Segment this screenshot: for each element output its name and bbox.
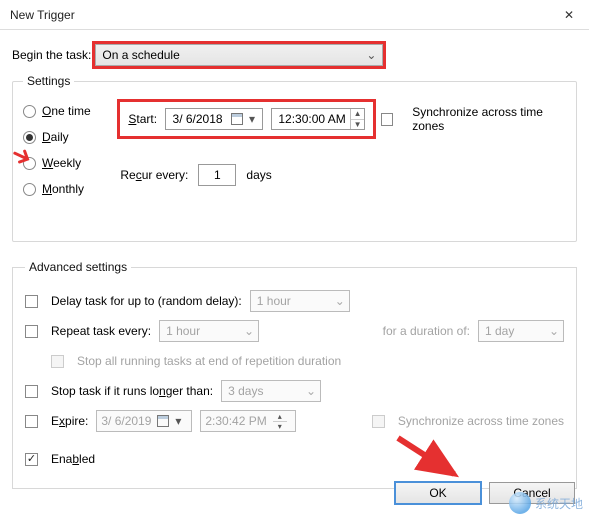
chevron-down-icon: ▾ (249, 112, 258, 126)
sync-timezones-checkbox[interactable] (381, 113, 393, 126)
radio-icon (23, 131, 36, 144)
stop-longer-dropdown[interactable]: 3 days ⌄ (221, 380, 321, 402)
duration-value: 1 day (485, 324, 514, 338)
repeat-value: 1 hour (166, 324, 200, 338)
recur-unit: days (246, 168, 271, 182)
settings-group: Settings One time Daily Weekly Monthly (12, 74, 577, 242)
recur-value-input[interactable]: 1 (198, 164, 236, 186)
expire-label: Expire: (51, 414, 88, 428)
chevron-down-icon: ⌄ (244, 324, 254, 338)
settings-legend: Settings (23, 74, 74, 88)
stop-longer-label: Stop task if it runs longer than: (51, 384, 213, 398)
start-label: Start: (128, 112, 157, 126)
delay-checkbox[interactable] (25, 295, 38, 308)
start-date-input[interactable]: 3/ 6/2018 ▾ (165, 108, 263, 130)
duration-label: for a duration of: (383, 324, 470, 338)
advanced-legend: Advanced settings (25, 260, 131, 274)
expire-time-input[interactable]: 2:30:42 PM ▴▾ (200, 410, 296, 432)
stop-all-checkbox (51, 355, 64, 368)
expire-checkbox[interactable] (25, 415, 38, 428)
delay-label: Delay task for up to (random delay): (51, 294, 242, 308)
expire-time-value: 2:30:42 PM (205, 414, 266, 428)
chevron-down-icon: ▾ (175, 414, 184, 428)
enabled-label: Enabled (51, 452, 95, 466)
watermark: 系统天地 (509, 492, 583, 514)
chevron-down-icon: ⌄ (549, 324, 559, 338)
adv-sync-checkbox (372, 415, 385, 428)
globe-icon (509, 492, 531, 514)
delay-value: 1 hour (257, 294, 291, 308)
chevron-down-icon: ⌄ (366, 48, 376, 62)
stop-longer-checkbox[interactable] (25, 385, 38, 398)
duration-dropdown[interactable]: 1 day ⌄ (478, 320, 564, 342)
radio-icon (23, 183, 36, 196)
start-highlight: Start: 3/ 6/2018 ▾ 12:30:00 AM ▲▼ (120, 102, 373, 136)
calendar-icon (157, 415, 169, 427)
chevron-down-icon: ⌄ (335, 294, 345, 308)
repeat-checkbox[interactable] (25, 325, 38, 338)
radio-monthly[interactable]: Monthly (23, 182, 112, 196)
begin-task-label: Begin the task: (12, 48, 91, 62)
chevron-down-icon: ⌄ (306, 384, 316, 398)
close-button[interactable]: ✕ (549, 0, 589, 30)
radio-weekly[interactable]: Weekly (23, 156, 112, 170)
recur-label: Recur every: (120, 168, 188, 182)
window-title: New Trigger (10, 8, 75, 22)
spinner-icon[interactable]: ▲▼ (350, 109, 364, 129)
repeat-dropdown[interactable]: 1 hour ⌄ (159, 320, 259, 342)
watermark-text: 系统天地 (535, 495, 583, 512)
radio-icon (23, 105, 36, 118)
ok-button[interactable]: OK (395, 482, 481, 504)
begin-task-dropdown[interactable]: On a schedule ⌄ (95, 44, 383, 66)
enabled-checkbox[interactable] (25, 453, 38, 466)
delay-dropdown[interactable]: 1 hour ⌄ (250, 290, 350, 312)
stop-all-label: Stop all running tasks at end of repetit… (77, 354, 341, 368)
begin-task-value: On a schedule (102, 48, 179, 62)
stop-longer-value: 3 days (228, 384, 263, 398)
expire-date-value: 3/ 6/2019 (101, 414, 151, 428)
titlebar: New Trigger ✕ (0, 0, 589, 30)
expire-date-input[interactable]: 3/ 6/2019 ▾ (96, 410, 192, 432)
advanced-group: Advanced settings Delay task for up to (… (12, 260, 577, 489)
start-time-input[interactable]: 12:30:00 AM ▲▼ (271, 108, 365, 130)
sync-timezones-label: Synchronize across time zones (412, 105, 566, 133)
adv-sync-label: Synchronize across time zones (398, 414, 564, 428)
start-date-value: 3/ 6/2018 (170, 112, 225, 126)
calendar-icon (231, 113, 243, 125)
start-time-value: 12:30:00 AM (276, 112, 348, 126)
radio-one-time[interactable]: One time (23, 104, 112, 118)
radio-daily[interactable]: Daily (23, 130, 112, 144)
close-icon: ✕ (564, 8, 574, 22)
repeat-label: Repeat task every: (51, 324, 151, 338)
